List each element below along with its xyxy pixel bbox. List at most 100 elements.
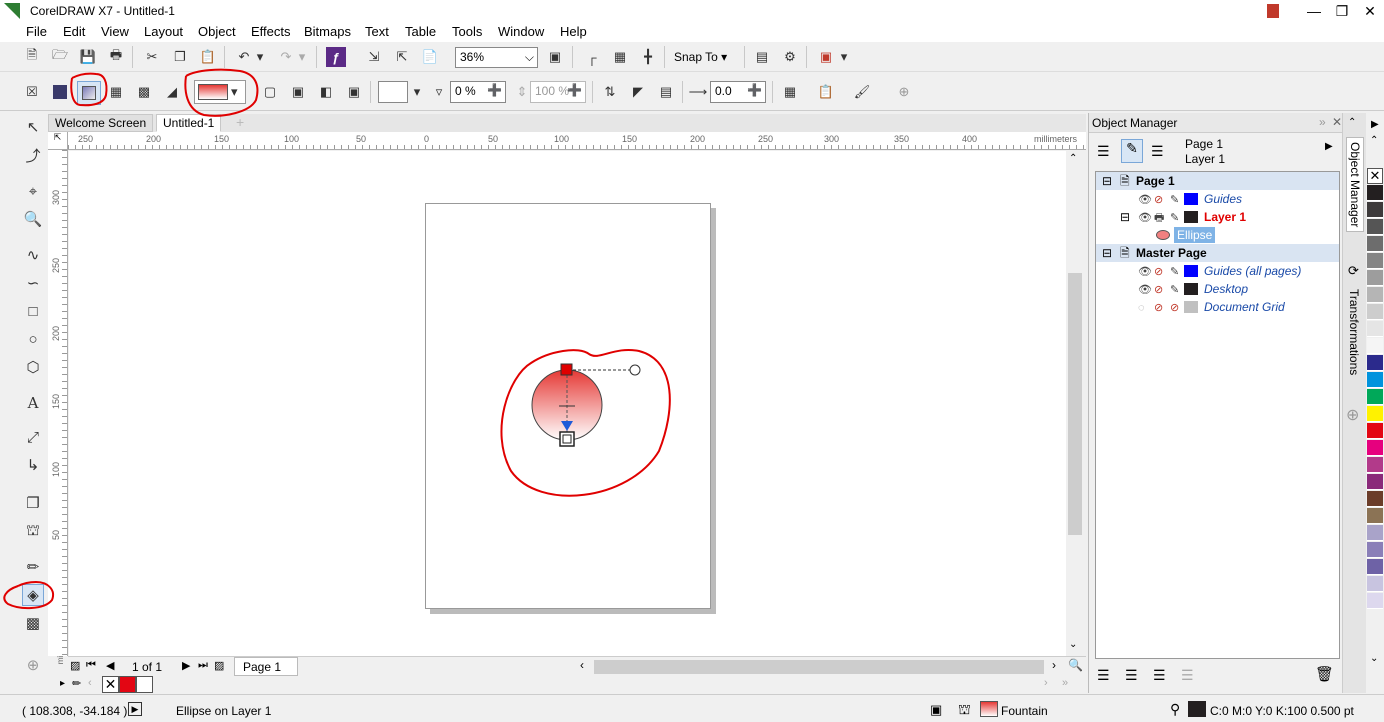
rectangular-fountain-icon[interactable]: ▣ xyxy=(344,82,364,102)
eye-icon[interactable]: 👁 xyxy=(1138,191,1152,209)
no-fill-icon[interactable]: ☒ xyxy=(22,82,42,102)
eye-icon[interactable]: 👁 xyxy=(1138,209,1152,227)
previous-page-icon[interactable]: ◀ xyxy=(106,659,114,672)
palette-swatch[interactable] xyxy=(1367,525,1383,541)
pencil-icon[interactable]: ✎ xyxy=(1170,209,1179,227)
smart-fill-tool-icon[interactable]: ▩ xyxy=(22,612,44,634)
layer-color-swatch[interactable] xyxy=(1184,211,1198,223)
node-transparency-field[interactable]: 0 % ➕ xyxy=(450,81,506,103)
new-master-layer-even-icon[interactable]: ☰ xyxy=(1181,667,1194,684)
palette-swatch[interactable] xyxy=(1367,559,1383,575)
parallel-dimension-tool-icon[interactable]: ⤢ xyxy=(22,426,44,448)
palette-scroll-up-icon[interactable]: ⌃ xyxy=(1370,135,1378,146)
redo-icon[interactable]: ↷ xyxy=(276,47,296,67)
vertical-scrollbar[interactable]: ⌃ ⌄ xyxy=(1066,151,1084,656)
application-launcher-icon[interactable]: ▣ xyxy=(816,47,836,67)
new-master-layer-icon[interactable]: ☰ xyxy=(1125,667,1138,684)
minimize-button[interactable]: — xyxy=(1300,0,1328,22)
docker-scroll-up-icon[interactable]: ⌃ xyxy=(1348,117,1356,128)
palette-scroll-right-icon[interactable]: › xyxy=(1044,677,1048,689)
eye-hidden-icon[interactable]: ◌ xyxy=(1138,299,1145,317)
new-master-layer-odd-icon[interactable]: ☰ xyxy=(1153,667,1166,684)
acceleration-field[interactable]: 0.0 ➕ xyxy=(710,81,766,103)
eye-icon[interactable]: 👁 xyxy=(1138,281,1152,299)
menu-text[interactable]: Text xyxy=(365,24,389,39)
rectangle-tool-icon[interactable]: □ xyxy=(22,300,44,322)
menu-table[interactable]: Table xyxy=(405,24,436,39)
free-scale-skew-icon[interactable]: ▦ xyxy=(780,82,800,102)
scroll-right-icon[interactable]: › xyxy=(1052,658,1056,672)
show-grid-icon[interactable]: ▦ xyxy=(610,47,630,67)
quick-customize-icon[interactable]: ⊕ xyxy=(894,82,914,102)
menu-edit[interactable]: Edit xyxy=(63,24,85,39)
menu-help[interactable]: Help xyxy=(560,24,587,39)
add-page-before-icon[interactable]: ▨ xyxy=(70,659,80,672)
tree-item-ellipse[interactable]: Ellipse xyxy=(1096,226,1339,244)
white-swatch[interactable] xyxy=(136,676,153,693)
outline-swatch[interactable] xyxy=(1188,701,1206,717)
red-swatch[interactable] xyxy=(119,676,136,693)
last-page-icon[interactable]: ⏭ xyxy=(198,659,208,672)
printer-disabled-icon[interactable]: ⊘ xyxy=(1154,191,1163,209)
palette-swatch[interactable] xyxy=(1367,440,1383,456)
docker-collapse-icon[interactable]: » xyxy=(1319,115,1326,129)
show-rulers-icon[interactable]: ┌ xyxy=(582,47,602,67)
menu-object[interactable]: Object xyxy=(198,24,236,39)
menu-bitmaps[interactable]: Bitmaps xyxy=(304,24,351,39)
reverse-fill-icon[interactable]: ⇅ xyxy=(600,82,620,102)
palette-swatch[interactable] xyxy=(1367,321,1383,337)
palette-swatch[interactable] xyxy=(1367,389,1383,405)
uniform-fill-icon[interactable] xyxy=(50,82,70,102)
close-button[interactable]: ✕ xyxy=(1356,0,1384,22)
add-docker-icon[interactable]: ⊕ xyxy=(1346,405,1359,425)
fill-mirror-icon[interactable]: ◤ xyxy=(628,82,648,102)
printer-disabled-icon[interactable]: ⊘ xyxy=(1154,299,1163,317)
show-guidelines-icon[interactable]: ╋ xyxy=(638,47,658,67)
shape-tool-icon[interactable]: ⤴ xyxy=(22,144,44,166)
page-menu-icon[interactable]: ▶ xyxy=(1325,141,1333,152)
quick-customize-icon[interactable]: ⊕ xyxy=(22,654,44,676)
eyedropper-icon[interactable]: ✏ xyxy=(72,677,81,690)
vector-pattern-fill-icon[interactable]: ▦ xyxy=(106,82,126,102)
palette-swatch[interactable] xyxy=(1367,253,1383,269)
linear-fountain-icon[interactable]: ▢ xyxy=(260,82,280,102)
tab-object-manager[interactable]: Object Manager xyxy=(1346,137,1364,233)
new-layer-icon[interactable]: ☰ xyxy=(1097,667,1110,684)
start-color-node[interactable] xyxy=(560,363,573,376)
tree-item-page-1[interactable]: ⊟ 🗎 Page 1 xyxy=(1096,172,1339,190)
node-color-picker[interactable] xyxy=(378,81,408,103)
palette-swatch[interactable] xyxy=(1367,338,1383,354)
smooth-blend-icon[interactable]: ▤ xyxy=(656,82,676,102)
printer-disabled-icon[interactable]: ⊘ xyxy=(1154,281,1163,299)
palette-flyout-icon[interactable]: ▶ xyxy=(1371,119,1379,130)
color-proofing-icon[interactable]: ▣ xyxy=(930,702,942,718)
palette-swatch[interactable] xyxy=(1367,355,1383,371)
search-content-icon[interactable]: ƒ xyxy=(326,47,346,67)
edit-across-layers-icon[interactable]: ✎ xyxy=(1121,139,1143,163)
copy-icon[interactable]: ❐ xyxy=(170,47,190,67)
palette-swatch[interactable] xyxy=(1367,593,1383,609)
node-position-field[interactable]: 100 % ➕ xyxy=(530,81,586,103)
new-tab-icon[interactable]: + xyxy=(236,114,244,130)
page-tab-page-1[interactable]: Page 1 xyxy=(234,657,298,676)
palette-expand-icon[interactable]: » xyxy=(1062,677,1068,689)
vertical-ruler[interactable]: 300 250 200 150 100 50 xyxy=(48,150,68,656)
pencil-icon[interactable]: ✎ xyxy=(1170,191,1179,209)
menu-file[interactable]: File xyxy=(26,24,47,39)
add-page-after-icon[interactable]: ▨ xyxy=(214,659,224,672)
palette-swatch[interactable] xyxy=(1367,457,1383,473)
menu-effects[interactable]: Effects xyxy=(251,24,291,39)
polygon-tool-icon[interactable]: ⬡ xyxy=(22,356,44,378)
tab-untitled-1[interactable]: Untitled-1 xyxy=(156,114,222,132)
interactive-fill-tool-icon[interactable]: ◈ xyxy=(22,584,44,606)
fill-swatch[interactable] xyxy=(980,701,998,717)
layer-color-swatch[interactable] xyxy=(1184,265,1198,277)
undo-icon[interactable]: ↶ xyxy=(234,47,254,67)
print-icon[interactable]: 🖶 xyxy=(106,47,126,67)
import-icon[interactable]: ⇲ xyxy=(364,47,384,67)
pencil-icon[interactable]: ✎ xyxy=(1170,281,1179,299)
palette-swatch[interactable] xyxy=(1367,508,1383,524)
save-icon[interactable]: 💾 xyxy=(78,47,98,67)
snap-to-button[interactable]: Snap To ▾ xyxy=(674,47,744,67)
fill-rotation-handle[interactable] xyxy=(629,364,641,376)
